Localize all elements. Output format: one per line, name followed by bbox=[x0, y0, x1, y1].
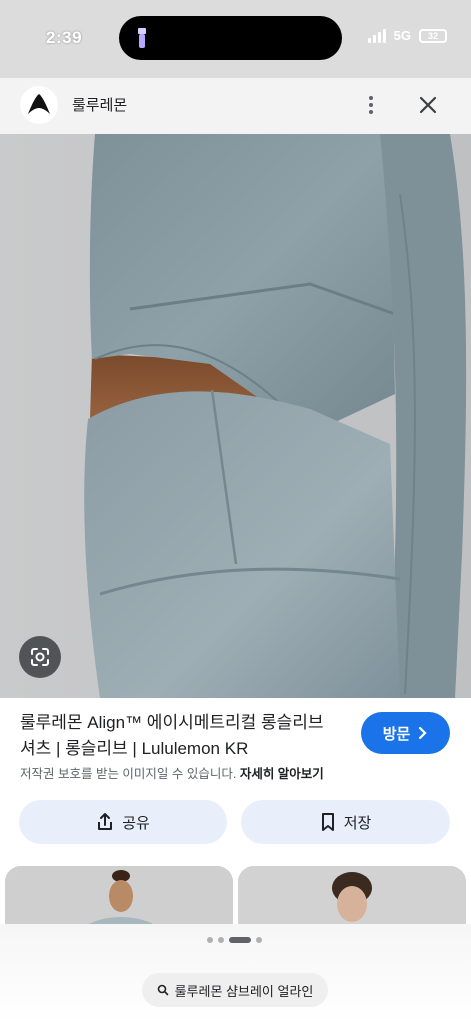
chevron-right-icon bbox=[419, 726, 427, 740]
page-dot bbox=[218, 937, 224, 943]
lens-icon bbox=[31, 648, 49, 666]
page-dot bbox=[207, 937, 213, 943]
page-dot-active bbox=[229, 937, 251, 943]
share-label: 공유 bbox=[122, 814, 150, 832]
dynamic-island bbox=[119, 16, 342, 60]
battery-icon: 32 bbox=[419, 28, 447, 43]
lens-header: 룰루레몬 bbox=[0, 78, 471, 134]
product-title-line1[interactable]: 룰루레몬 Align™ 에이시메트리컬 롱슬리브 bbox=[20, 710, 340, 736]
product-image[interactable] bbox=[0, 134, 471, 698]
copyright-notice: 저작권 보호를 받는 이미지일 수 있습니다. 자세히 알아보기 bbox=[20, 763, 324, 782]
save-button[interactable]: 저장 bbox=[241, 800, 450, 844]
related-results bbox=[0, 866, 471, 926]
share-button[interactable]: 공유 bbox=[19, 800, 227, 844]
search-icon bbox=[157, 984, 168, 996]
bookmark-icon bbox=[321, 813, 334, 831]
related-photo bbox=[5, 866, 233, 926]
flashlight-icon bbox=[138, 28, 146, 48]
related-result-thumbnail[interactable] bbox=[238, 866, 466, 926]
product-title-line2[interactable]: 셔츠 | 롱슬리브 | Lululemon KR bbox=[20, 736, 340, 762]
status-indicators: 5G 32 bbox=[367, 28, 447, 43]
more-options-button[interactable] bbox=[359, 90, 383, 120]
lens-search-button[interactable] bbox=[19, 636, 61, 678]
network-type: 5G bbox=[393, 28, 411, 43]
page-indicator bbox=[207, 937, 262, 943]
related-photo bbox=[238, 866, 466, 926]
status-bar: 2:39 5G 32 bbox=[0, 0, 471, 78]
cellular-signal-icon bbox=[367, 28, 386, 43]
related-result-thumbnail[interactable] bbox=[5, 866, 233, 926]
learn-more-link[interactable]: 자세히 알아보기 bbox=[240, 767, 324, 781]
search-chip-label: 룰루레몬 샴브레이 얼라인 bbox=[174, 983, 314, 999]
copyright-text: 저작권 보호를 받는 이미지일 수 있습니다. bbox=[20, 767, 237, 781]
brand-name[interactable]: 룰루레몬 bbox=[72, 94, 127, 115]
search-suggestion-chip[interactable]: 룰루레몬 샴브레이 얼라인 bbox=[142, 973, 328, 1007]
lululemon-logo[interactable] bbox=[20, 86, 58, 124]
save-label: 저장 bbox=[343, 814, 372, 832]
product-photo bbox=[0, 134, 471, 698]
bottom-sheet: 룰루레몬 샴브레이 얼라인 bbox=[0, 924, 471, 1024]
status-time: 2:39 bbox=[46, 28, 83, 47]
product-title[interactable]: 룰루레몬 Align™ 에이시메트리컬 롱슬리브 셔츠 | 롱슬리브 | Lul… bbox=[20, 710, 340, 762]
battery-level: 32 bbox=[427, 30, 438, 41]
visit-button[interactable]: 방문 bbox=[361, 712, 450, 754]
page-dot bbox=[256, 937, 262, 943]
share-icon bbox=[98, 813, 113, 830]
visit-label: 방문 bbox=[382, 725, 411, 743]
brand-logo-icon bbox=[22, 88, 56, 122]
close-icon[interactable] bbox=[415, 92, 441, 118]
